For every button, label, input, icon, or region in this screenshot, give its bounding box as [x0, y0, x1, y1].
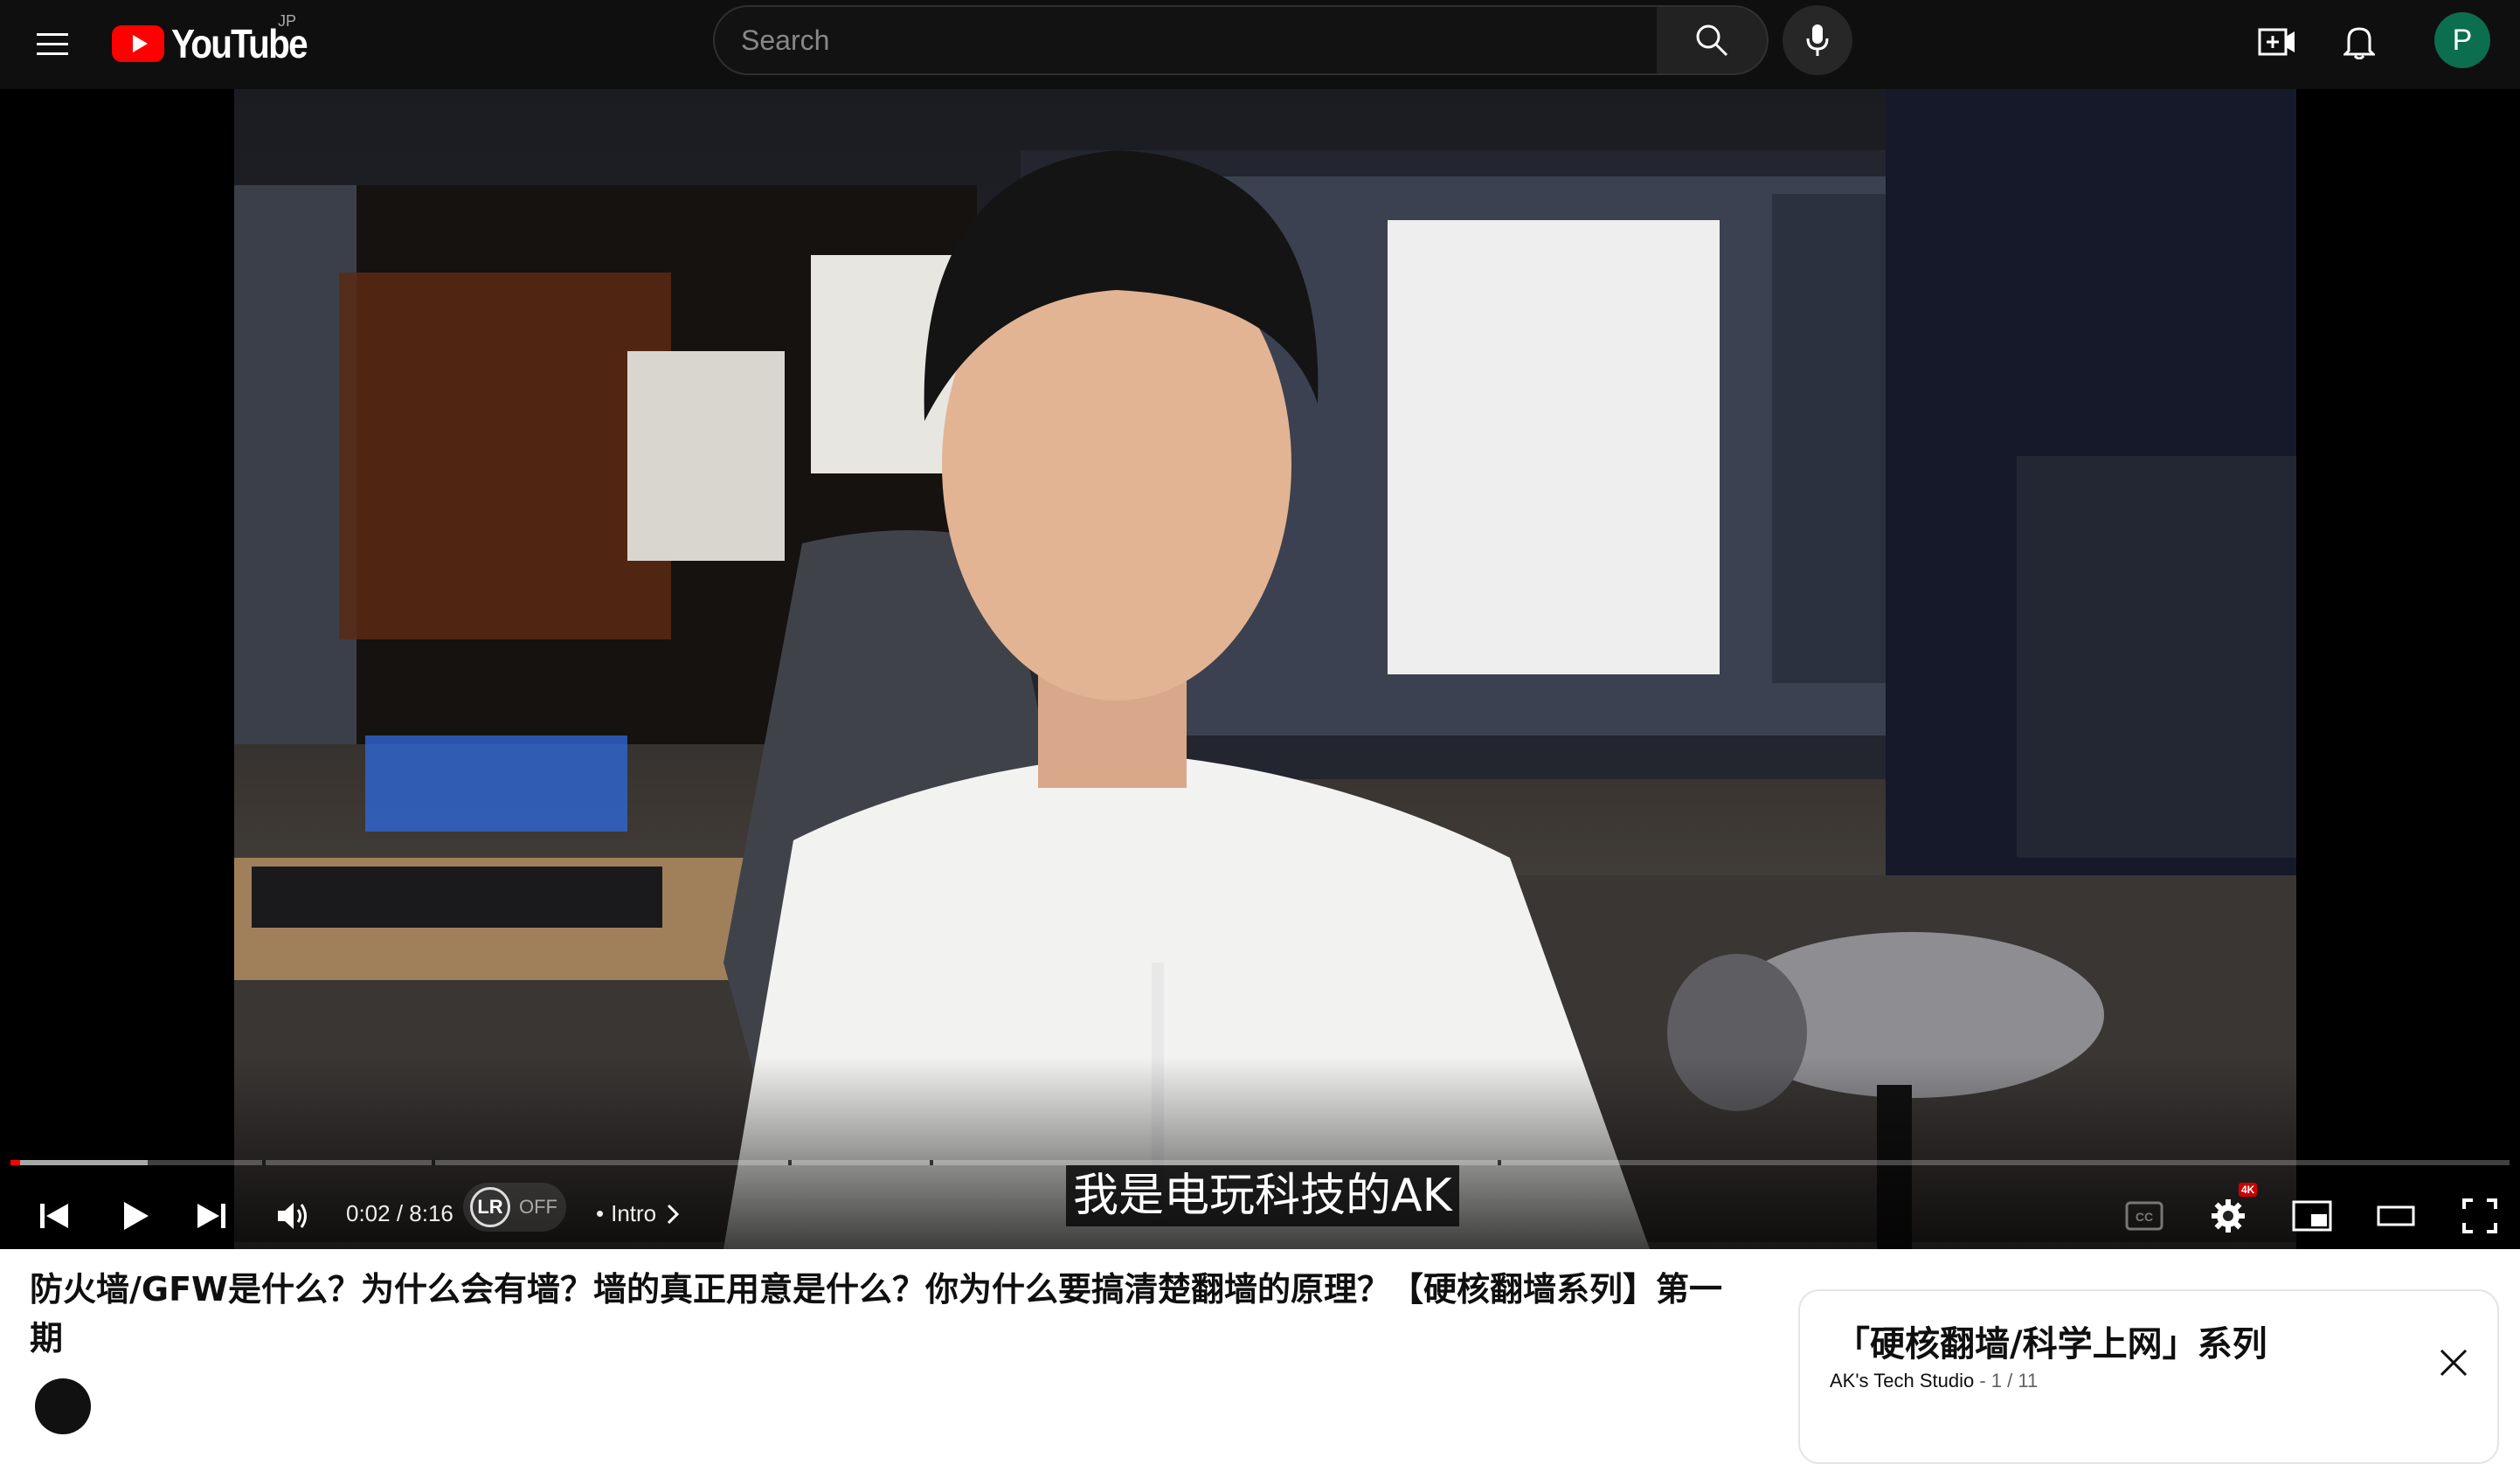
previous-icon — [40, 1204, 68, 1228]
channel-avatar[interactable] — [35, 1378, 91, 1434]
subtitle-caption: 我是电玩科技的AK — [1066, 1165, 1459, 1226]
search-icon — [1696, 24, 1728, 57]
chapter-title: Intro — [611, 1200, 657, 1226]
create-button[interactable] — [2249, 14, 2305, 70]
next-button[interactable] — [177, 1181, 246, 1249]
menu-button[interactable] — [26, 18, 79, 71]
autodub-toggle[interactable]: LR OFF — [463, 1183, 566, 1232]
captions-button[interactable]: CC — [2109, 1181, 2179, 1249]
playlist-position: 1 / 11 — [1990, 1370, 2039, 1391]
theater-icon — [2377, 1205, 2415, 1226]
previous-button[interactable] — [19, 1181, 89, 1249]
volume-icon — [278, 1203, 307, 1229]
playlist-meta: AK's Tech Studio - 1 / 11 — [1830, 1370, 2038, 1392]
captions-icon: CC — [2125, 1201, 2163, 1231]
menu-icon — [37, 33, 68, 55]
playlist-panel: 「硬核翻墙/科学上网」系列 AK's Tech Studio - 1 / 11 — [1798, 1289, 2499, 1464]
video-title: 防火墙/GFW是什么？为什么会有墙？墙的真正用意是什么？你为什么要搞清楚翻墙的原… — [30, 1270, 1722, 1357]
masthead: YouTube JP P — [0, 0, 2520, 89]
chapter-marker — [432, 1160, 435, 1165]
progress-buffered — [10, 1160, 149, 1165]
autodub-state: OFF — [519, 1196, 557, 1218]
chapter-marker — [930, 1160, 933, 1165]
play-button[interactable] — [100, 1181, 170, 1249]
miniplayer-icon — [2292, 1200, 2332, 1232]
miniplayer-button[interactable] — [2277, 1181, 2347, 1249]
fullscreen-icon — [2462, 1198, 2497, 1233]
mic-icon — [1806, 24, 1829, 56]
playlist-close-button[interactable] — [2429, 1338, 2478, 1387]
notifications-button[interactable] — [2331, 14, 2387, 70]
play-icon — [124, 1202, 149, 1230]
settings-icon — [2212, 1199, 2245, 1233]
chapter-marker — [1498, 1160, 1501, 1165]
video-player[interactable]: 0:02 / 8:16 LR OFF • Intro 我是电玩科技的AK CC — [0, 89, 2520, 1249]
chapter-marker — [788, 1160, 792, 1165]
create-icon — [2258, 28, 2295, 56]
playlist-title[interactable]: 「硬核翻墙/科学上网」系列 — [1835, 1316, 2267, 1366]
autodub-badge: LR — [470, 1187, 510, 1227]
search-input[interactable] — [741, 7, 1615, 73]
chapter-marker — [262, 1160, 266, 1165]
search-box — [713, 5, 1658, 75]
fullscreen-button[interactable] — [2445, 1181, 2515, 1249]
region-code: JP — [278, 12, 297, 30]
youtube-logo-icon — [112, 25, 164, 62]
time-display: 0:02 / 8:16 — [346, 1200, 453, 1226]
volume-button[interactable] — [259, 1181, 329, 1249]
next-icon — [197, 1204, 225, 1228]
playlist-channel[interactable]: AK's Tech Studio — [1830, 1370, 1974, 1391]
search-button[interactable] — [1657, 5, 1769, 75]
close-icon — [2440, 1349, 2468, 1377]
theater-mode-button[interactable] — [2361, 1181, 2431, 1249]
svg-text:CC: CC — [2136, 1210, 2153, 1224]
voice-search-button[interactable] — [1783, 5, 1852, 75]
playlist-meta-separator: - — [1974, 1370, 1991, 1391]
progress-played — [10, 1160, 21, 1165]
quality-badge: 4K — [2239, 1183, 2258, 1197]
account-avatar[interactable]: P — [2434, 12, 2490, 68]
chapter-separator: • — [596, 1200, 605, 1226]
chevron-right-icon — [668, 1204, 680, 1224]
chapter-button[interactable]: • Intro — [596, 1200, 682, 1227]
bell-icon — [2343, 27, 2375, 59]
